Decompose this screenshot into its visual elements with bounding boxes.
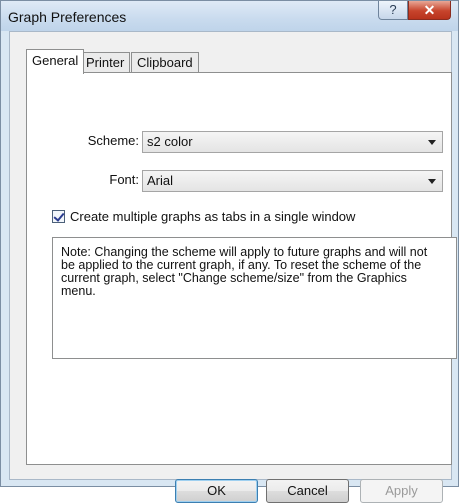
tab-general-label: General (32, 53, 79, 68)
chevron-down-icon (428, 179, 436, 184)
apply-button-label: Apply (385, 483, 418, 498)
scheme-label: Scheme: (87, 133, 139, 148)
cancel-button-label: Cancel (287, 483, 328, 498)
font-select-value: Arial (147, 173, 174, 188)
tab-printer-label: Printer (86, 55, 125, 70)
ok-button[interactable]: OK (175, 479, 258, 503)
apply-button[interactable]: Apply (360, 479, 443, 503)
font-select[interactable]: Arial (142, 170, 443, 192)
title-bar[interactable]: Graph Preferences ? ✕ (1, 1, 458, 31)
cancel-button[interactable]: Cancel (266, 479, 349, 503)
tab-printer[interactable]: Printer (80, 52, 131, 73)
note-line: current graph, select "Change scheme/siz… (61, 271, 407, 285)
dialog-body: Printer Clipboard General Scheme: s2 col… (9, 31, 457, 503)
chevron-down-icon (428, 140, 436, 145)
window-title: Graph Preferences (8, 9, 127, 25)
general-tab-panel: Scheme: s2 color Font: Arial Create mult… (26, 72, 457, 465)
tabs-in-window-label[interactable]: Create multiple graphs as tabs in a sing… (70, 209, 355, 224)
tab-clipboard[interactable]: Clipboard (131, 52, 199, 73)
scheme-select[interactable]: s2 color (142, 131, 443, 153)
tab-clipboard-label: Clipboard (137, 55, 193, 70)
scheme-select-value: s2 color (147, 134, 193, 149)
help-button[interactable]: ? (378, 1, 408, 20)
note-line: menu. (61, 284, 96, 298)
checkmark-icon (53, 210, 65, 222)
ok-button-label: OK (207, 483, 226, 498)
tabs-in-window-checkbox[interactable] (52, 210, 65, 223)
close-button[interactable]: ✕ (408, 1, 451, 20)
close-icon: ✕ (423, 2, 436, 18)
tab-general[interactable]: General (26, 49, 85, 74)
graph-preferences-dialog: Graph Preferences ? ✕ Printer Clipboard … (0, 0, 459, 503)
scheme-note-text: Note: Changing the scheme will apply to … (61, 246, 453, 298)
scheme-note: Note: Changing the scheme will apply to … (52, 237, 457, 359)
font-label: Font: (109, 172, 139, 187)
help-icon: ? (389, 2, 397, 17)
